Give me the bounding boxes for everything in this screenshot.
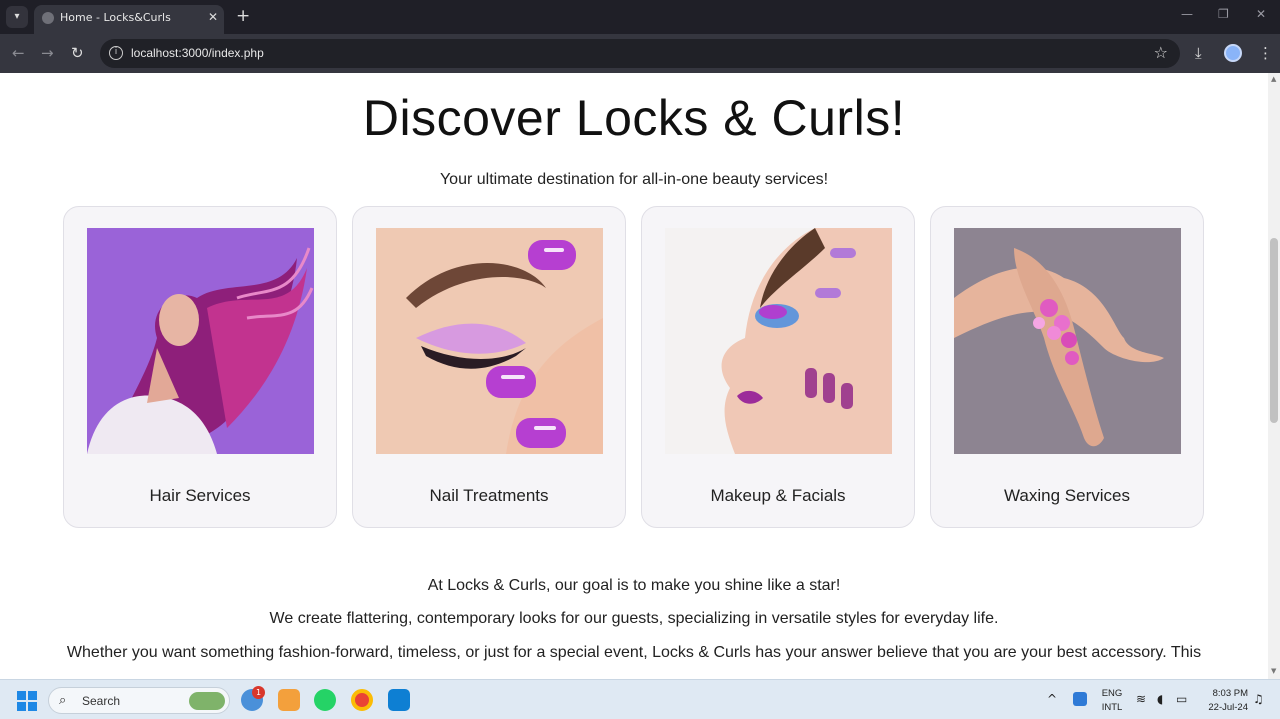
- battery-icon[interactable]: ▭: [1176, 692, 1187, 706]
- tab-title: Home - Locks&Curls: [60, 11, 171, 24]
- service-card-waxing[interactable]: Waxing Services: [930, 206, 1204, 528]
- windows-start-icon[interactable]: [17, 691, 37, 711]
- language-bottom[interactable]: INTL: [1098, 702, 1126, 713]
- service-label: Makeup & Facials: [710, 486, 846, 505]
- url-text[interactable]: localhost:3000/index.php: [131, 46, 264, 60]
- service-card-nails[interactable]: Nail Treatments: [352, 206, 626, 528]
- chrome-icon[interactable]: [351, 689, 373, 711]
- browser-toolbar: ← → ↻ i localhost:3000/index.php ☆ ⤓ ⋮: [0, 34, 1280, 73]
- notification-bell-icon[interactable]: ♫: [1253, 692, 1264, 706]
- nail-treatment-image: [376, 228, 603, 454]
- tab-search-dropdown-icon[interactable]: ▾: [6, 6, 28, 28]
- page-scrollbar[interactable]: ▲ ▼: [1268, 73, 1280, 679]
- browser-menu-icon[interactable]: ⋮: [1258, 44, 1273, 62]
- service-label: Waxing Services: [1004, 486, 1130, 505]
- address-bar[interactable]: i localhost:3000/index.php ☆: [100, 39, 1180, 68]
- bookmark-star-icon[interactable]: ☆: [1154, 43, 1168, 62]
- restore-icon[interactable]: ❐: [1218, 7, 1229, 21]
- waxing-service-image: [954, 228, 1181, 454]
- scroll-down-icon[interactable]: ▼: [1271, 667, 1276, 675]
- about-line-3: Whether you want something fashion-forwa…: [66, 644, 1202, 661]
- service-card-makeup[interactable]: Makeup & Facials: [641, 206, 915, 528]
- search-label: Search: [82, 694, 121, 708]
- download-icon[interactable]: ⤓: [1195, 44, 1202, 62]
- new-tab-button[interactable]: +: [236, 6, 250, 26]
- back-icon[interactable]: ←: [12, 44, 25, 62]
- window-close-icon[interactable]: ✕: [1256, 7, 1266, 21]
- clock-time[interactable]: 8:03 PM: [1198, 688, 1248, 699]
- minimize-icon[interactable]: —: [1181, 7, 1193, 21]
- profile-avatar[interactable]: [1224, 44, 1242, 62]
- page-title: Discover Locks & Curls!: [362, 90, 906, 146]
- site-info-icon[interactable]: i: [109, 46, 123, 60]
- web-page: Discover Locks & Curls! Your ultimate de…: [0, 73, 1268, 679]
- service-label: Nail Treatments: [429, 486, 549, 505]
- scroll-up-icon[interactable]: ▲: [1271, 75, 1276, 83]
- globe-favicon-icon: [42, 12, 54, 24]
- tray-overflow-icon[interactable]: ^: [1047, 692, 1057, 706]
- makeup-facial-image: [665, 228, 892, 454]
- volume-icon[interactable]: ◖: [1157, 692, 1163, 706]
- scrollbar-thumb[interactable]: [1270, 238, 1278, 423]
- about-line-2: We create flattering, contemporary looks…: [269, 610, 999, 627]
- wifi-icon[interactable]: ≋: [1136, 692, 1146, 706]
- service-card-hair[interactable]: Hair Services: [63, 206, 337, 528]
- forward-icon[interactable]: →: [41, 44, 54, 62]
- vscode-icon[interactable]: [388, 689, 410, 711]
- browser-tab-bar: ▾ Home - Locks&Curls ✕ + — ❐ ✕: [0, 0, 1280, 34]
- reload-icon[interactable]: ↻: [71, 44, 84, 62]
- page-subtitle: Your ultimate destination for all-in-one…: [439, 171, 829, 188]
- whatsapp-icon[interactable]: [314, 689, 336, 711]
- browser-tab[interactable]: Home - Locks&Curls ✕: [34, 5, 224, 34]
- notification-badge: 1: [252, 686, 265, 699]
- windows-taskbar: ⌕ Search 1 ^ ENG INTL ≋ ◖ ▭ 8:03 PM 22-J…: [0, 679, 1280, 719]
- taskbar-search-box[interactable]: ⌕ Search: [48, 687, 230, 714]
- security-shield-icon[interactable]: [1073, 692, 1087, 706]
- clock-date[interactable]: 22-Jul-24: [1198, 702, 1248, 713]
- search-highlight-icon: [189, 692, 225, 710]
- snipping-tool-icon[interactable]: [278, 689, 300, 711]
- hair-service-image: [87, 228, 314, 454]
- tab-close-icon[interactable]: ✕: [208, 5, 218, 30]
- about-line-1: At Locks & Curls, our goal is to make yo…: [427, 577, 841, 594]
- search-icon: ⌕: [59, 693, 67, 708]
- language-top[interactable]: ENG: [1098, 688, 1126, 699]
- service-label: Hair Services: [149, 486, 251, 505]
